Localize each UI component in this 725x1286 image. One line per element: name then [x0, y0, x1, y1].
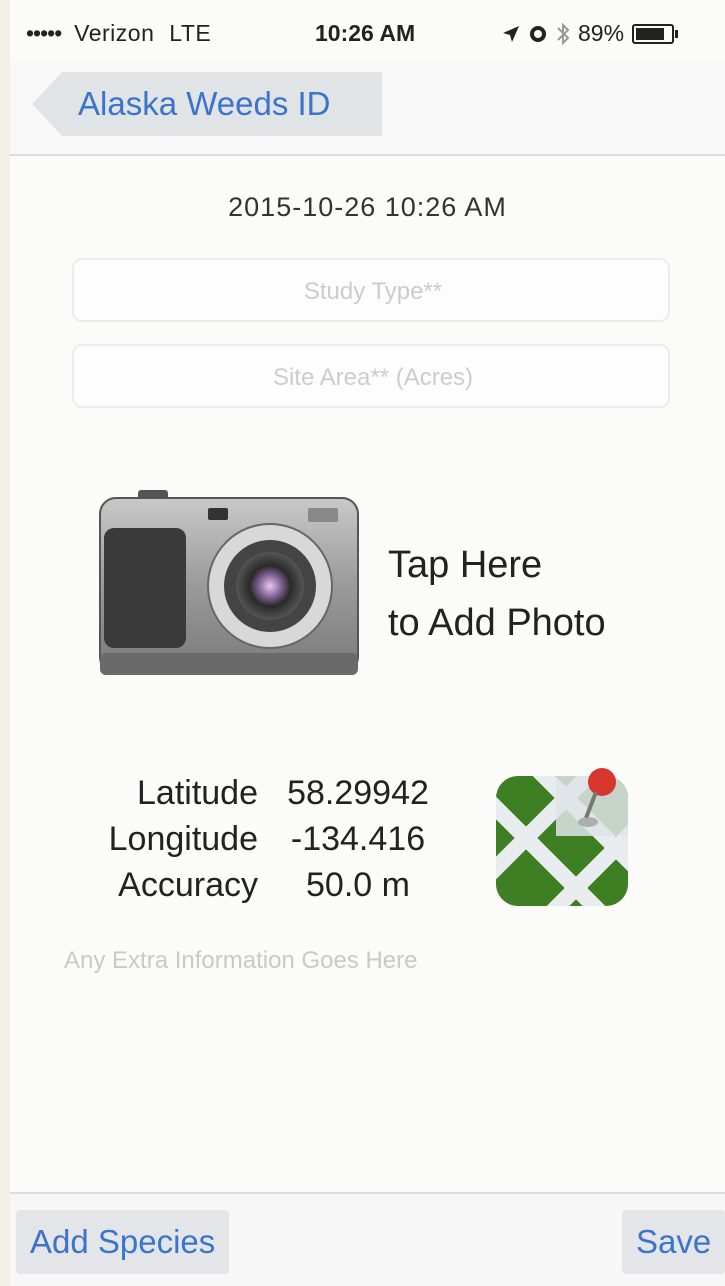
- add-photo-line1: Tap Here: [388, 544, 543, 586]
- study-type-field[interactable]: [72, 258, 672, 323]
- coordinates-block: Latitude 58.29942 Longitude -134.416 Acc…: [80, 770, 475, 908]
- navigation-bar: Alaska Weeds ID: [10, 62, 725, 156]
- back-button-label: Alaska Weeds ID: [78, 85, 331, 122]
- carrier-name: Verizon: [74, 20, 155, 46]
- site-area-input[interactable]: [74, 347, 672, 409]
- extra-info-input[interactable]: [62, 946, 666, 976]
- accuracy-label: Accuracy: [118, 866, 258, 904]
- battery-icon: [632, 23, 679, 44]
- longitude-value: -134.416: [290, 820, 426, 858]
- location-arrow-icon: [503, 25, 519, 42]
- status-time: 10:26 AM: [315, 20, 416, 46]
- signal-dots: •••••: [26, 20, 62, 46]
- camera-icon: [99, 490, 359, 675]
- add-photo-button[interactable]: Tap Here to Add Photo: [98, 488, 678, 683]
- add-photo-label: Tap Here to Add Photo: [388, 536, 606, 652]
- latitude-label: Latitude: [137, 774, 258, 812]
- bottom-toolbar: Add Species Save: [10, 1192, 725, 1286]
- accuracy-row: Accuracy 50.0 m: [80, 862, 475, 908]
- save-button[interactable]: Save: [622, 1210, 725, 1274]
- longitude-label: Longitude: [108, 820, 258, 858]
- add-species-button[interactable]: Add Species: [16, 1210, 230, 1274]
- study-type-input[interactable]: [74, 261, 672, 323]
- alarm-icon: [530, 25, 546, 42]
- carrier-info: ••••• Verizon LTE: [26, 20, 211, 47]
- accuracy-value: 50.0 m: [306, 866, 410, 904]
- app-screen: ••••• Verizon LTE 10:26 AM 89% Alaska We…: [10, 0, 725, 1286]
- longitude-row: Longitude -134.416: [80, 816, 475, 862]
- latitude-row: Latitude 58.29942: [80, 770, 475, 816]
- site-area-field[interactable]: [72, 344, 672, 409]
- status-right: 89%: [502, 20, 679, 47]
- network-type: LTE: [169, 20, 212, 46]
- extra-info-field[interactable]: [62, 946, 666, 986]
- bluetooth-icon: [557, 22, 570, 45]
- record-datetime: 2015-10-26 10:26 AM: [228, 192, 507, 222]
- add-photo-line2: to Add Photo: [388, 602, 606, 644]
- back-button[interactable]: Alaska Weeds ID: [32, 72, 382, 136]
- battery-percent: 89%: [578, 20, 625, 46]
- map-pin-icon[interactable]: [496, 758, 628, 908]
- status-bar: ••••• Verizon LTE 10:26 AM 89%: [10, 0, 725, 62]
- latitude-value: 58.29942: [287, 774, 429, 812]
